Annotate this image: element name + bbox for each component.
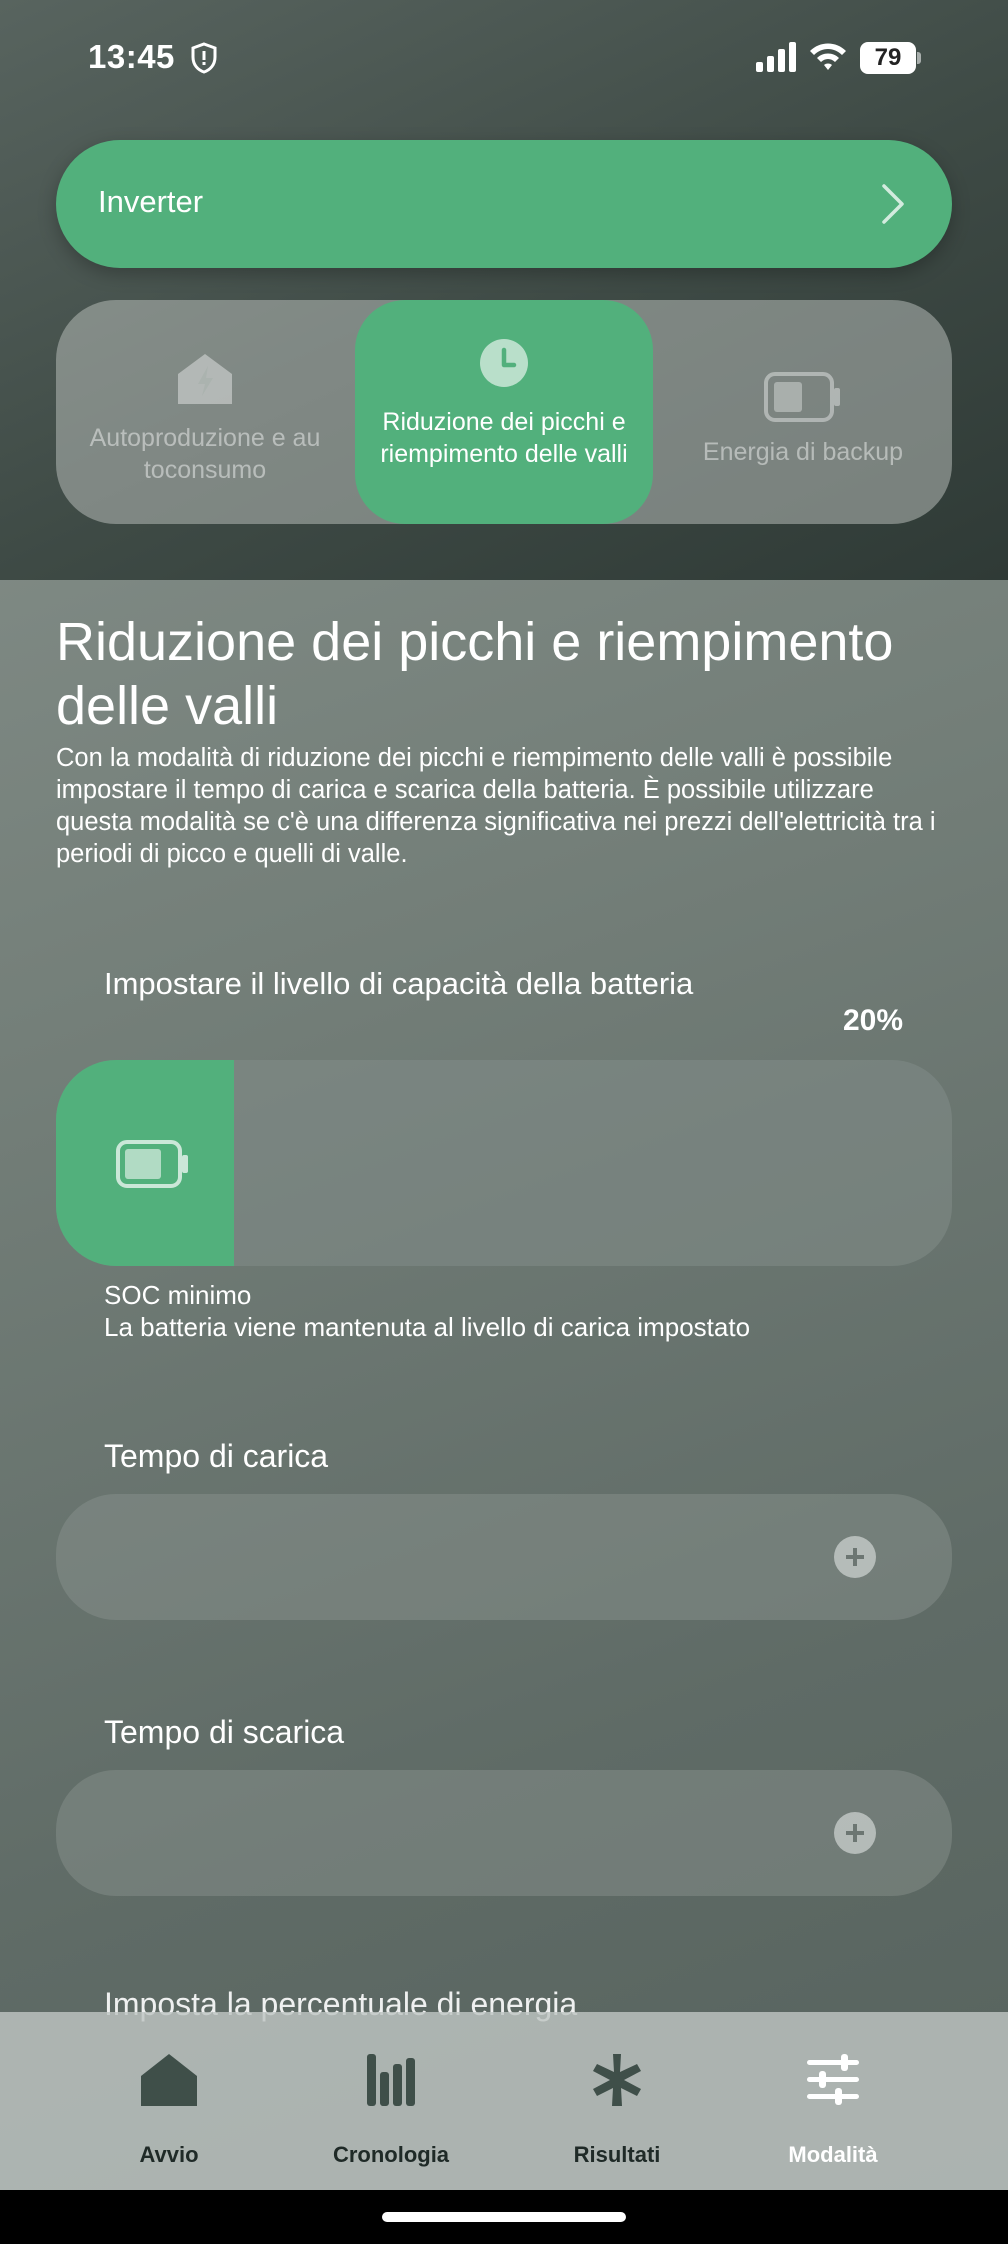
lightning-house-icon	[178, 354, 232, 404]
inverter-button[interactable]: Inverter	[56, 140, 952, 268]
mode-backup-energy-label: Energia di backup	[702, 438, 904, 466]
home-icon	[141, 2054, 197, 2106]
battery-icon	[764, 372, 840, 422]
mode-backup-energy[interactable]: Energia di backup	[654, 300, 952, 524]
page-title: Riduzione dei picchi e riempimento delle…	[56, 612, 894, 736]
sliders-icon	[807, 2054, 859, 2105]
discharge-time-label: Tempo di scarica	[104, 1714, 345, 1750]
mode-selector: Autoproduzione e au toconsumo Riduzione …	[56, 300, 952, 524]
charge-time-row[interactable]	[56, 1494, 952, 1620]
nav-modes[interactable]: Modalità	[718, 2012, 948, 2190]
nav-history[interactable]: Cronologia	[276, 2012, 506, 2190]
battery-nub	[917, 52, 921, 64]
nav-home-label: Avvio	[139, 2142, 199, 2167]
add-charge-time-button[interactable]	[834, 1536, 876, 1578]
soc-title: SOC minimo	[104, 1280, 252, 1310]
nav-history-label: Cronologia	[332, 2142, 450, 2167]
discharge-time-row[interactable]	[56, 1770, 952, 1896]
battery-status: 79	[860, 42, 922, 74]
battery-level: 79	[860, 42, 916, 74]
clock-icon	[480, 339, 528, 387]
bottom-navigation: Avvio Cronologia Risultati Modalità	[0, 2012, 1008, 2190]
nav-results[interactable]: Risultati	[502, 2012, 732, 2190]
soc-description: La batteria viene mantenuta al livello d…	[104, 1312, 751, 1342]
capacity-label: Impostare il livello di capacità della b…	[104, 966, 694, 1001]
mode-peak-shaving[interactable]: Riduzione dei picchi e riempimento delle…	[355, 300, 653, 524]
inverter-label: Inverter	[98, 184, 204, 219]
star-icon	[593, 2054, 641, 2106]
mode-self-consumption[interactable]: Autoproduzione e au toconsumo	[56, 300, 354, 524]
shield-icon	[191, 42, 217, 74]
wifi-icon	[810, 43, 846, 70]
mode-peak-shaving-label: Riduzione dei picchi e riempimento delle…	[380, 408, 628, 468]
mode-self-consumption-label: Autoproduzione e au toconsumo	[89, 424, 321, 484]
home-indicator-area	[0, 2190, 1008, 2244]
status-bar: 13:45 79	[0, 0, 1008, 115]
bar-chart-icon	[367, 2054, 415, 2106]
nav-results-label: Risultati	[573, 2142, 661, 2167]
chevron-right-icon	[882, 184, 904, 224]
home-indicator[interactable]	[382, 2212, 626, 2222]
add-discharge-time-button[interactable]	[834, 1812, 876, 1854]
clock: 13:45	[88, 38, 175, 75]
charge-time-label: Tempo di carica	[104, 1438, 329, 1474]
nav-modes-label: Modalità	[788, 2142, 878, 2167]
capacity-slider[interactable]	[56, 1060, 952, 1266]
battery-icon	[116, 1140, 188, 1188]
capacity-value: 20%	[842, 1004, 903, 1037]
cellular-signal-icon	[756, 42, 796, 72]
mode-description: Con la modalità di riduzione dei picchi …	[56, 744, 936, 868]
nav-home[interactable]: Avvio	[54, 2012, 284, 2190]
